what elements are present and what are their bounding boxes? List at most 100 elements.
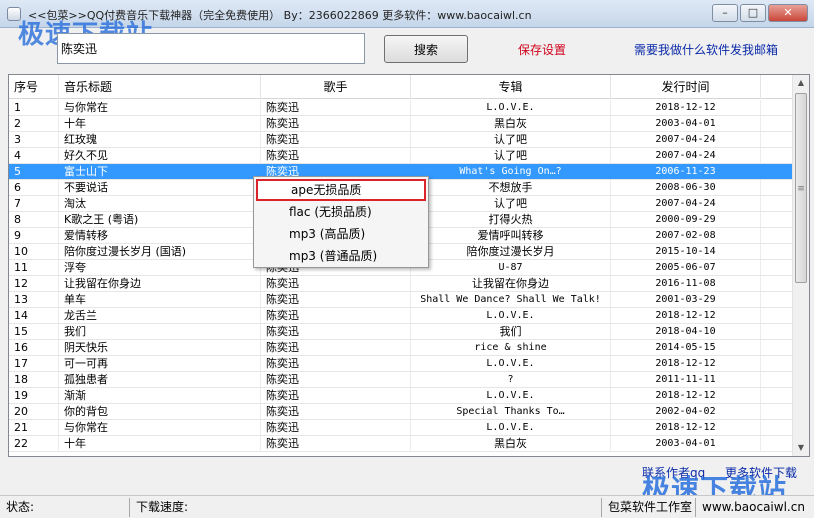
- cell-album: Special Thanks To…: [411, 404, 611, 419]
- cell-release-date: 2003-04-01: [611, 116, 761, 131]
- cell-title: 爱情转移: [59, 228, 261, 243]
- cell-title: 浮夸: [59, 260, 261, 275]
- table-row[interactable]: 14 龙舌兰 陈奕迅 L.O.V.E. 2018-12-12: [9, 308, 793, 324]
- cell-album: 认了吧: [411, 196, 611, 211]
- cell-release-date: 2018-04-10: [611, 324, 761, 339]
- cell-artist: 陈奕迅: [261, 404, 411, 419]
- cell-title: 淘汰: [59, 196, 261, 211]
- table-row[interactable]: 18 孤独患者 陈奕迅? 2011-11-11: [9, 372, 793, 388]
- cell-album: 不想放手: [411, 180, 611, 195]
- cell-index: 14: [9, 308, 59, 323]
- cell-index: 21: [9, 420, 59, 435]
- cell-title: 可一可再: [59, 356, 261, 371]
- cell-index: 11: [9, 260, 59, 275]
- cell-index: 15: [9, 324, 59, 339]
- cell-title: 让我留在你身边: [59, 276, 261, 291]
- cell-artist: 陈奕迅: [261, 308, 411, 323]
- table-row[interactable]: 2 十年 陈奕迅 黑白灰 2003-04-01: [9, 116, 793, 132]
- cell-index: 8: [9, 212, 59, 227]
- table-row[interactable]: 22 十年 陈奕迅 黑白灰 2003-04-01: [9, 436, 793, 452]
- close-button[interactable]: ✕: [768, 4, 808, 22]
- scroll-up-arrow-icon[interactable]: ▲: [793, 75, 809, 91]
- cell-index: 4: [9, 148, 59, 163]
- status-website: www.baocaiwl.cn: [702, 500, 805, 514]
- minimize-button[interactable]: –: [712, 4, 738, 22]
- cell-index: 12: [9, 276, 59, 291]
- table-row[interactable]: 20 你的背包 陈奕迅 Special Thanks To… 2002-04-02: [9, 404, 793, 420]
- cell-index: 10: [9, 244, 59, 259]
- cell-artist: 陈奕迅: [261, 356, 411, 371]
- status-download-speed: 下载速度:: [132, 498, 602, 517]
- cell-index: 3: [9, 132, 59, 147]
- menu-item-ape[interactable]: ape无损品质: [256, 179, 426, 201]
- cell-album: 陪你度过漫长岁月: [411, 244, 611, 259]
- table-row[interactable]: 1 与你常在 陈奕迅 L.O.V.E. 2018-12-12: [9, 100, 793, 116]
- cell-album: L.O.V.E.: [411, 356, 611, 371]
- cell-index: 18: [9, 372, 59, 387]
- table-row[interactable]: 12 让我留在你身边 陈奕迅 让我留在你身边 2016-11-08: [9, 276, 793, 292]
- cell-artist: 陈奕迅: [261, 436, 411, 451]
- header-index[interactable]: 序号: [9, 75, 59, 99]
- vertical-scrollbar[interactable]: ▲ ≡ ▼: [792, 75, 809, 456]
- cell-artist: 陈奕迅: [261, 276, 411, 291]
- scroll-down-arrow-icon[interactable]: ▼: [793, 440, 809, 456]
- cell-index: 9: [9, 228, 59, 243]
- cell-title: 与你常在: [59, 420, 261, 435]
- menu-item-flac[interactable]: flac (无损品质): [256, 201, 426, 223]
- scroll-thumb[interactable]: ≡: [795, 93, 807, 283]
- cell-artist: 陈奕迅: [261, 372, 411, 387]
- table-row[interactable]: 21 与你常在 陈奕迅 L.O.V.E. 2018-12-12: [9, 420, 793, 436]
- cell-index: 13: [9, 292, 59, 307]
- cell-title: 十年: [59, 436, 261, 451]
- header-artist[interactable]: 歌手: [261, 75, 411, 99]
- cell-index: 1: [9, 100, 59, 115]
- cell-title: 龙舌兰: [59, 308, 261, 323]
- table-row[interactable]: 19 渐渐 陈奕迅 L.O.V.E. 2018-12-12: [9, 388, 793, 404]
- table-row[interactable]: 17 可一可再 陈奕迅 L.O.V.E. 2018-12-12: [9, 356, 793, 372]
- cell-release-date: 2015-10-14: [611, 244, 761, 259]
- cell-release-date: 2018-12-12: [611, 388, 761, 403]
- status-bar: 状态: 下载速度: 包菜软件工作室 www.baocaiwl.cn: [0, 495, 814, 518]
- cell-album: 我们: [411, 324, 611, 339]
- cell-release-date: 2008-06-30: [611, 180, 761, 195]
- cell-release-date: 2001-03-29: [611, 292, 761, 307]
- search-input[interactable]: [57, 33, 365, 64]
- menu-item-mp3-normal[interactable]: mp3 (普通品质): [256, 245, 426, 267]
- cell-album: 打得火热: [411, 212, 611, 227]
- cell-title: K歌之王 (粤语): [59, 212, 261, 227]
- cell-release-date: 2011-11-11: [611, 372, 761, 387]
- list-header: 序号 音乐标题 歌手 专辑 发行时间: [9, 75, 793, 99]
- table-row[interactable]: 3 红玫瑰 陈奕迅 认了吧 2007-04-24: [9, 132, 793, 148]
- cell-release-date: 2014-05-15: [611, 340, 761, 355]
- cell-index: 5: [9, 164, 59, 179]
- cell-release-date: 2018-12-12: [611, 308, 761, 323]
- cell-artist: 陈奕迅: [261, 148, 411, 163]
- table-row[interactable]: 13 单车 陈奕迅 Shall We Dance? Shall We Talk! 200…: [9, 292, 793, 308]
- cell-album: L.O.V.E.: [411, 100, 611, 115]
- cell-title: 孤独患者: [59, 372, 261, 387]
- header-title[interactable]: 音乐标题: [59, 75, 261, 99]
- cell-release-date: 2002-04-02: [611, 404, 761, 419]
- menu-item-mp3-high[interactable]: mp3 (高品质): [256, 223, 426, 245]
- cell-index: 6: [9, 180, 59, 195]
- cell-release-date: 2007-04-24: [611, 148, 761, 163]
- save-settings-link[interactable]: 保存设置: [518, 41, 566, 58]
- maximize-button[interactable]: □: [740, 4, 766, 22]
- cell-release-date: 2018-12-12: [611, 420, 761, 435]
- cell-index: 2: [9, 116, 59, 131]
- table-row[interactable]: 15 我们 陈奕迅 我们 2018-04-10: [9, 324, 793, 340]
- header-release-date[interactable]: 发行时间: [611, 75, 761, 99]
- cell-album: 认了吧: [411, 148, 611, 163]
- cell-index: 16: [9, 340, 59, 355]
- email-request-link[interactable]: 需要我做什么软件发我邮箱: [634, 41, 778, 58]
- cell-title: 好久不见: [59, 148, 261, 163]
- cell-title: 富士山下: [59, 164, 261, 179]
- search-button[interactable]: 搜索: [384, 35, 468, 63]
- cell-release-date: 2000-09-29: [611, 212, 761, 227]
- cell-title: 陪你度过漫长岁月 (国语): [59, 244, 261, 259]
- table-row[interactable]: 16 阴天快乐 陈奕迅 rice & shine 2014-05-15: [9, 340, 793, 356]
- window-controls: – □ ✕: [712, 4, 808, 22]
- header-album[interactable]: 专辑: [411, 75, 611, 99]
- cell-title: 渐渐: [59, 388, 261, 403]
- table-row[interactable]: 4 好久不见 陈奕迅 认了吧 2007-04-24: [9, 148, 793, 164]
